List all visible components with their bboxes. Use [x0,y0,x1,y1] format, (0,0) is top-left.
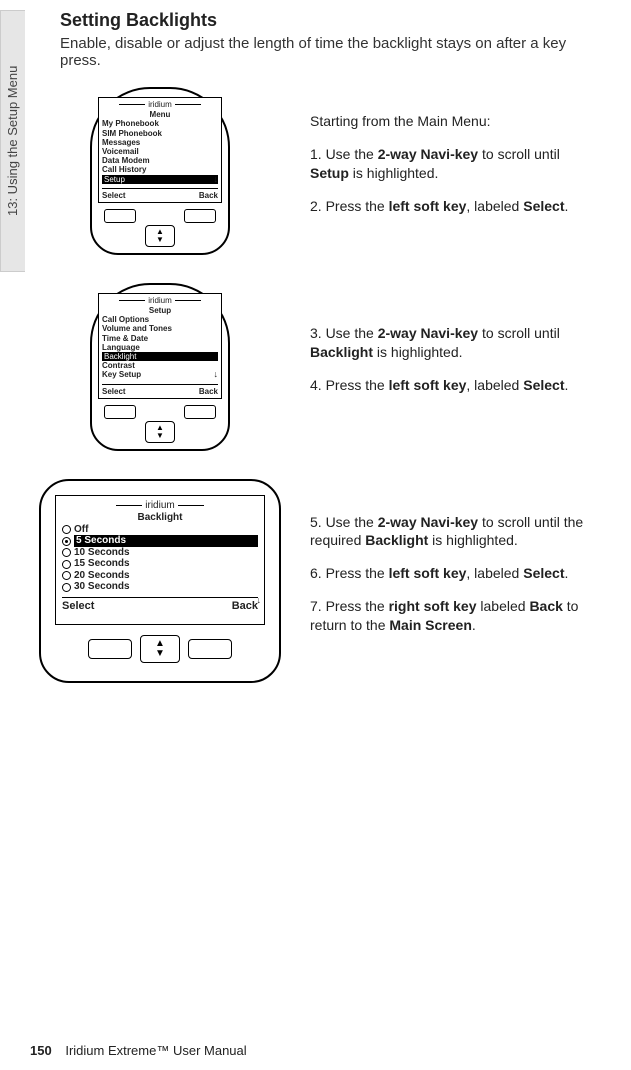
left-soft-label: Select [62,600,94,613]
radio-option: 10 Seconds [62,547,258,559]
screen-title: Menu [102,110,218,119]
intro-text: Enable, disable or adjust the length of … [60,35,601,69]
scroll-down-icon: ↓ [214,174,219,184]
menu-item: My Phonebook [102,119,218,128]
menu-item: Call History [102,165,218,174]
menu-item: Messages [102,138,218,147]
menu-item: Time & Date [102,334,218,343]
step-4: 4. Press the left soft key, labeled Sele… [310,376,601,395]
right-soft-key[interactable] [188,639,232,659]
menu-item: Language [102,343,218,352]
right-soft-label: Back [199,191,218,200]
menu-item: Data Modem [102,156,218,165]
right-soft-key[interactable] [184,405,216,419]
step-1: 1. Use the 2-way Navi-key to scroll unti… [310,145,601,183]
radio-option-selected: 5 Seconds [62,535,258,547]
left-soft-key[interactable] [104,405,136,419]
radio-option: 20 Seconds [62,570,258,582]
menu-item: Key Setup [102,370,218,379]
right-soft-label: Back [199,387,218,396]
navi-key[interactable]: ▲▼ [145,421,175,443]
brand-label: iridium [102,100,218,109]
left-soft-key[interactable] [104,209,136,223]
menu-item: Call Options [102,315,218,324]
page-number: 150 [30,1043,52,1058]
page-title: Setting Backlights [60,10,601,31]
menu-item: Voicemail [102,147,218,156]
page-footer: 150 Iridium Extreme™ User Manual [30,1043,247,1058]
radio-option: Off [62,524,258,536]
left-soft-key[interactable] [88,639,132,659]
scroll-down-icon: ↓ [257,595,262,605]
radio-option: 15 Seconds [62,558,258,570]
starting-text: Starting from the Main Menu: [310,112,601,131]
brand-label: iridium [62,500,258,512]
left-soft-label: Select [102,387,126,396]
phone-illustration-2: iridium Setup Call Options Volume and To… [90,283,230,451]
book-title: Iridium Extreme™ User Manual [65,1043,246,1058]
brand-label: iridium [102,296,218,305]
step-5: 5. Use the 2-way Navi-key to scroll unti… [310,513,601,551]
menu-item: Contrast [102,361,218,370]
phone-illustration-3: iridium Backlight Off 5 Seconds 10 Secon… [39,479,281,683]
step-3: 3. Use the 2-way Navi-key to scroll unti… [310,324,601,362]
step-2: 2. Press the left soft key, labeled Sele… [310,197,601,216]
menu-item-highlighted: Backlight [102,352,218,361]
phone-illustration-1: iridium Menu My Phonebook SIM Phonebook … [90,87,230,255]
scroll-down-icon: ↓ [214,369,219,379]
step-7: 7. Press the right soft key labeled Back… [310,597,601,635]
radio-option: 30 Seconds [62,581,258,593]
navi-key[interactable]: ▲▼ [145,225,175,247]
right-soft-label: Back [232,600,258,613]
chapter-tab: 13: Using the Setup Menu [0,10,25,272]
left-soft-label: Select [102,191,126,200]
menu-item-highlighted: Setup [102,175,218,184]
right-soft-key[interactable] [184,209,216,223]
screen-title: Backlight [62,512,258,524]
menu-item: SIM Phonebook [102,129,218,138]
navi-key[interactable]: ▲▼ [140,635,180,663]
menu-item: Volume and Tones [102,324,218,333]
step-6: 6. Press the left soft key, labeled Sele… [310,564,601,583]
screen-title: Setup [102,306,218,315]
